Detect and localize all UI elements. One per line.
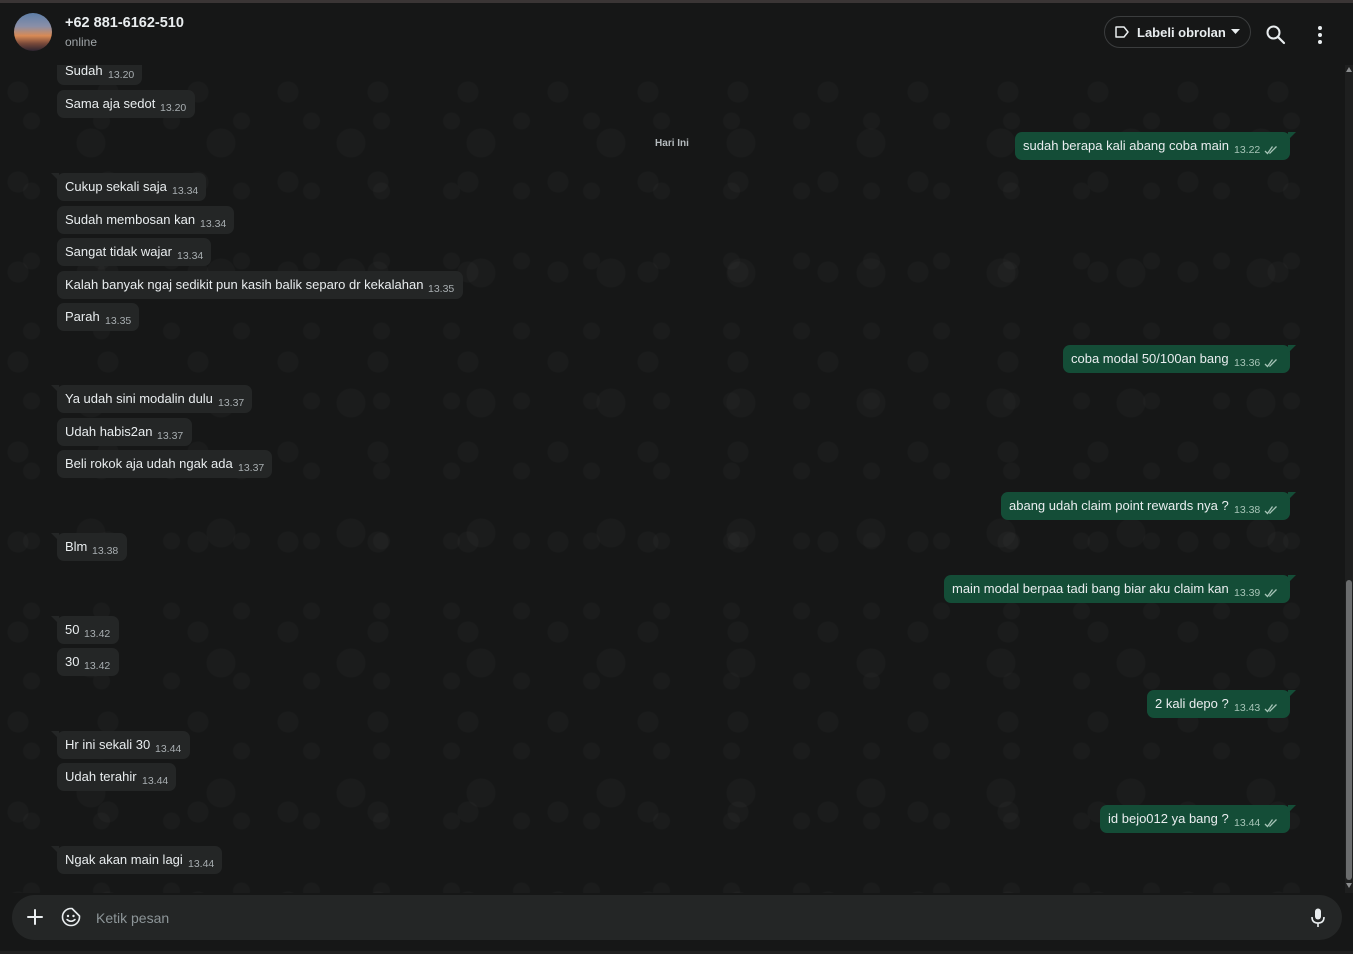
message-time: 13.38 <box>1234 504 1261 516</box>
message-text: Kalah banyak ngaj sedikit pun kasih bali… <box>65 277 424 292</box>
message-text: Hr ini sekali 30 <box>65 737 151 752</box>
double-check-icon <box>1264 506 1277 515</box>
double-check-icon <box>1264 359 1277 368</box>
message-time: 13.38 <box>92 545 119 557</box>
message-text: Ngak akan main lagi <box>65 852 183 867</box>
message-time: 13.44 <box>1234 817 1261 829</box>
microphone-icon[interactable] <box>1310 907 1326 929</box>
message-bubble-incoming[interactable]: Sama aja sedot 13.20 <box>57 90 195 118</box>
message-time: 13.43 <box>1234 702 1261 714</box>
message-bubble-incoming[interactable]: Sangat tidak wajar 13.34 <box>57 238 211 266</box>
message-time: 13.22 <box>1234 144 1261 156</box>
double-check-icon <box>1264 146 1277 155</box>
double-check-icon <box>1264 819 1277 828</box>
message-list[interactable]: Hari Ini Sudah 13.20 Sama aja sedot 13.20 su… <box>0 65 1345 893</box>
message-bubble-incoming[interactable]: Udah terahir 13.44 <box>57 763 176 791</box>
message-bubble-incoming[interactable]: Blm 13.38 <box>51 533 127 561</box>
scroll-down-arrow[interactable] <box>1346 883 1352 888</box>
avatar[interactable] <box>14 13 52 51</box>
message-bubble-outgoing[interactable]: sudah berapa kali abang coba main 13.22 <box>1015 132 1296 160</box>
message-bubble-outgoing[interactable]: id bejo012 ya bang ? 13.44 <box>1100 805 1296 833</box>
message-text: Sama aja sedot <box>65 96 156 111</box>
contact-name[interactable]: +62 881-6162-510 <box>65 15 184 31</box>
message-text: 2 kali depo ? <box>1155 696 1229 711</box>
message-bubble-outgoing[interactable]: 2 kali depo ? 13.43 <box>1147 690 1296 718</box>
message-bubble-incoming[interactable]: Ya udah sini modalin dulu 13.37 <box>51 385 252 413</box>
message-text: Blm <box>65 539 88 554</box>
message-composer <box>12 895 1342 940</box>
message-text: Sangat tidak wajar <box>65 244 172 259</box>
message-text: abang udah claim point rewards nya ? <box>1009 498 1229 513</box>
message-time: 13.44 <box>155 743 182 755</box>
message-time: 13.20 <box>108 69 135 81</box>
message-time: 13.20 <box>160 102 187 114</box>
tag-icon <box>1115 26 1129 38</box>
message-bubble-outgoing[interactable]: abang udah claim point rewards nya ? 13.3… <box>1001 492 1296 520</box>
message-bubble-incoming[interactable]: Sudah 13.20 <box>57 65 142 85</box>
message-bubble-incoming[interactable]: Kalah banyak ngaj sedikit pun kasih bali… <box>57 271 463 299</box>
message-text: sudah berapa kali abang coba main <box>1023 138 1229 153</box>
label-chat-button[interactable]: Labeli obrolan <box>1104 16 1251 48</box>
message-time: 13.34 <box>200 218 227 230</box>
message-time: 13.42 <box>84 628 111 640</box>
plus-icon[interactable] <box>26 908 44 926</box>
message-time: 13.34 <box>177 250 204 262</box>
message-bubble-incoming[interactable]: Udah habis2an 13.37 <box>57 418 192 446</box>
message-time: 13.37 <box>218 397 245 409</box>
whatsapp-web-window: +62 881-6162-510 online Labeli obrolan H… <box>0 0 1353 954</box>
message-bubble-incoming[interactable]: 50 13.42 <box>51 616 119 644</box>
message-time: 13.34 <box>172 185 199 197</box>
message-bubble-outgoing[interactable]: main modal berpaa tadi bang biar aku cla… <box>944 575 1296 603</box>
message-input[interactable] <box>94 903 1288 933</box>
message-time: 13.44 <box>142 775 169 787</box>
message-text: Cukup sekali saja <box>65 179 167 194</box>
message-bubble-incoming[interactable]: Ngak akan main lagi 13.44 <box>51 846 222 874</box>
message-time: 13.36 <box>1234 357 1261 369</box>
message-text: Sudah <box>65 65 103 78</box>
scroll-up-arrow[interactable] <box>1346 67 1352 72</box>
message-time: 13.44 <box>188 858 215 870</box>
search-icon[interactable] <box>1265 24 1287 46</box>
scrollbar-thumb[interactable] <box>1346 580 1352 880</box>
double-check-icon <box>1264 704 1277 713</box>
message-time: 13.35 <box>105 315 132 327</box>
message-time: 13.35 <box>428 283 455 295</box>
more-vertical-icon[interactable] <box>1309 24 1331 46</box>
contact-status: online <box>65 35 98 49</box>
message-bubble-incoming[interactable]: Hr ini sekali 30 13.44 <box>51 731 190 759</box>
message-bubble-outgoing[interactable]: coba modal 50/100an bang 13.36 <box>1063 345 1296 373</box>
message-text: 50 <box>65 622 80 637</box>
message-time: 13.39 <box>1234 587 1261 599</box>
message-time: 13.37 <box>157 430 184 442</box>
message-text: Parah <box>65 309 100 324</box>
caret-down-icon <box>1231 29 1240 34</box>
message-text: 30 <box>65 654 80 669</box>
message-text: Ya udah sini modalin dulu <box>65 391 213 406</box>
message-text: coba modal 50/100an bang <box>1071 351 1229 366</box>
message-text: main modal berpaa tadi bang biar aku cla… <box>952 581 1229 596</box>
message-text: Sudah membosan kan <box>65 212 196 227</box>
double-check-icon <box>1264 589 1277 598</box>
message-text: id bejo012 ya bang ? <box>1108 811 1229 826</box>
message-text: Beli rokok aja udah ngak ada <box>65 456 233 471</box>
message-time: 13.37 <box>238 462 265 474</box>
date-separator: Hari Ini <box>655 138 689 149</box>
label-chat-text: Labeli obrolan <box>1137 25 1226 40</box>
message-bubble-incoming[interactable]: Sudah membosan kan 13.34 <box>57 206 234 234</box>
message-text: Udah terahir <box>65 769 137 784</box>
sticker-icon[interactable] <box>61 907 81 927</box>
message-time: 13.42 <box>84 660 111 672</box>
message-bubble-incoming[interactable]: Beli rokok aja udah ngak ada 13.37 <box>57 450 272 478</box>
message-bubble-incoming[interactable]: Cukup sekali saja 13.34 <box>51 173 206 201</box>
chat-header: +62 881-6162-510 online Labeli obrolan <box>0 3 1353 65</box>
message-bubble-incoming[interactable]: 30 13.42 <box>57 648 119 676</box>
message-text: Udah habis2an <box>65 424 153 439</box>
message-bubble-incoming[interactable]: Parah 13.35 <box>57 303 139 331</box>
